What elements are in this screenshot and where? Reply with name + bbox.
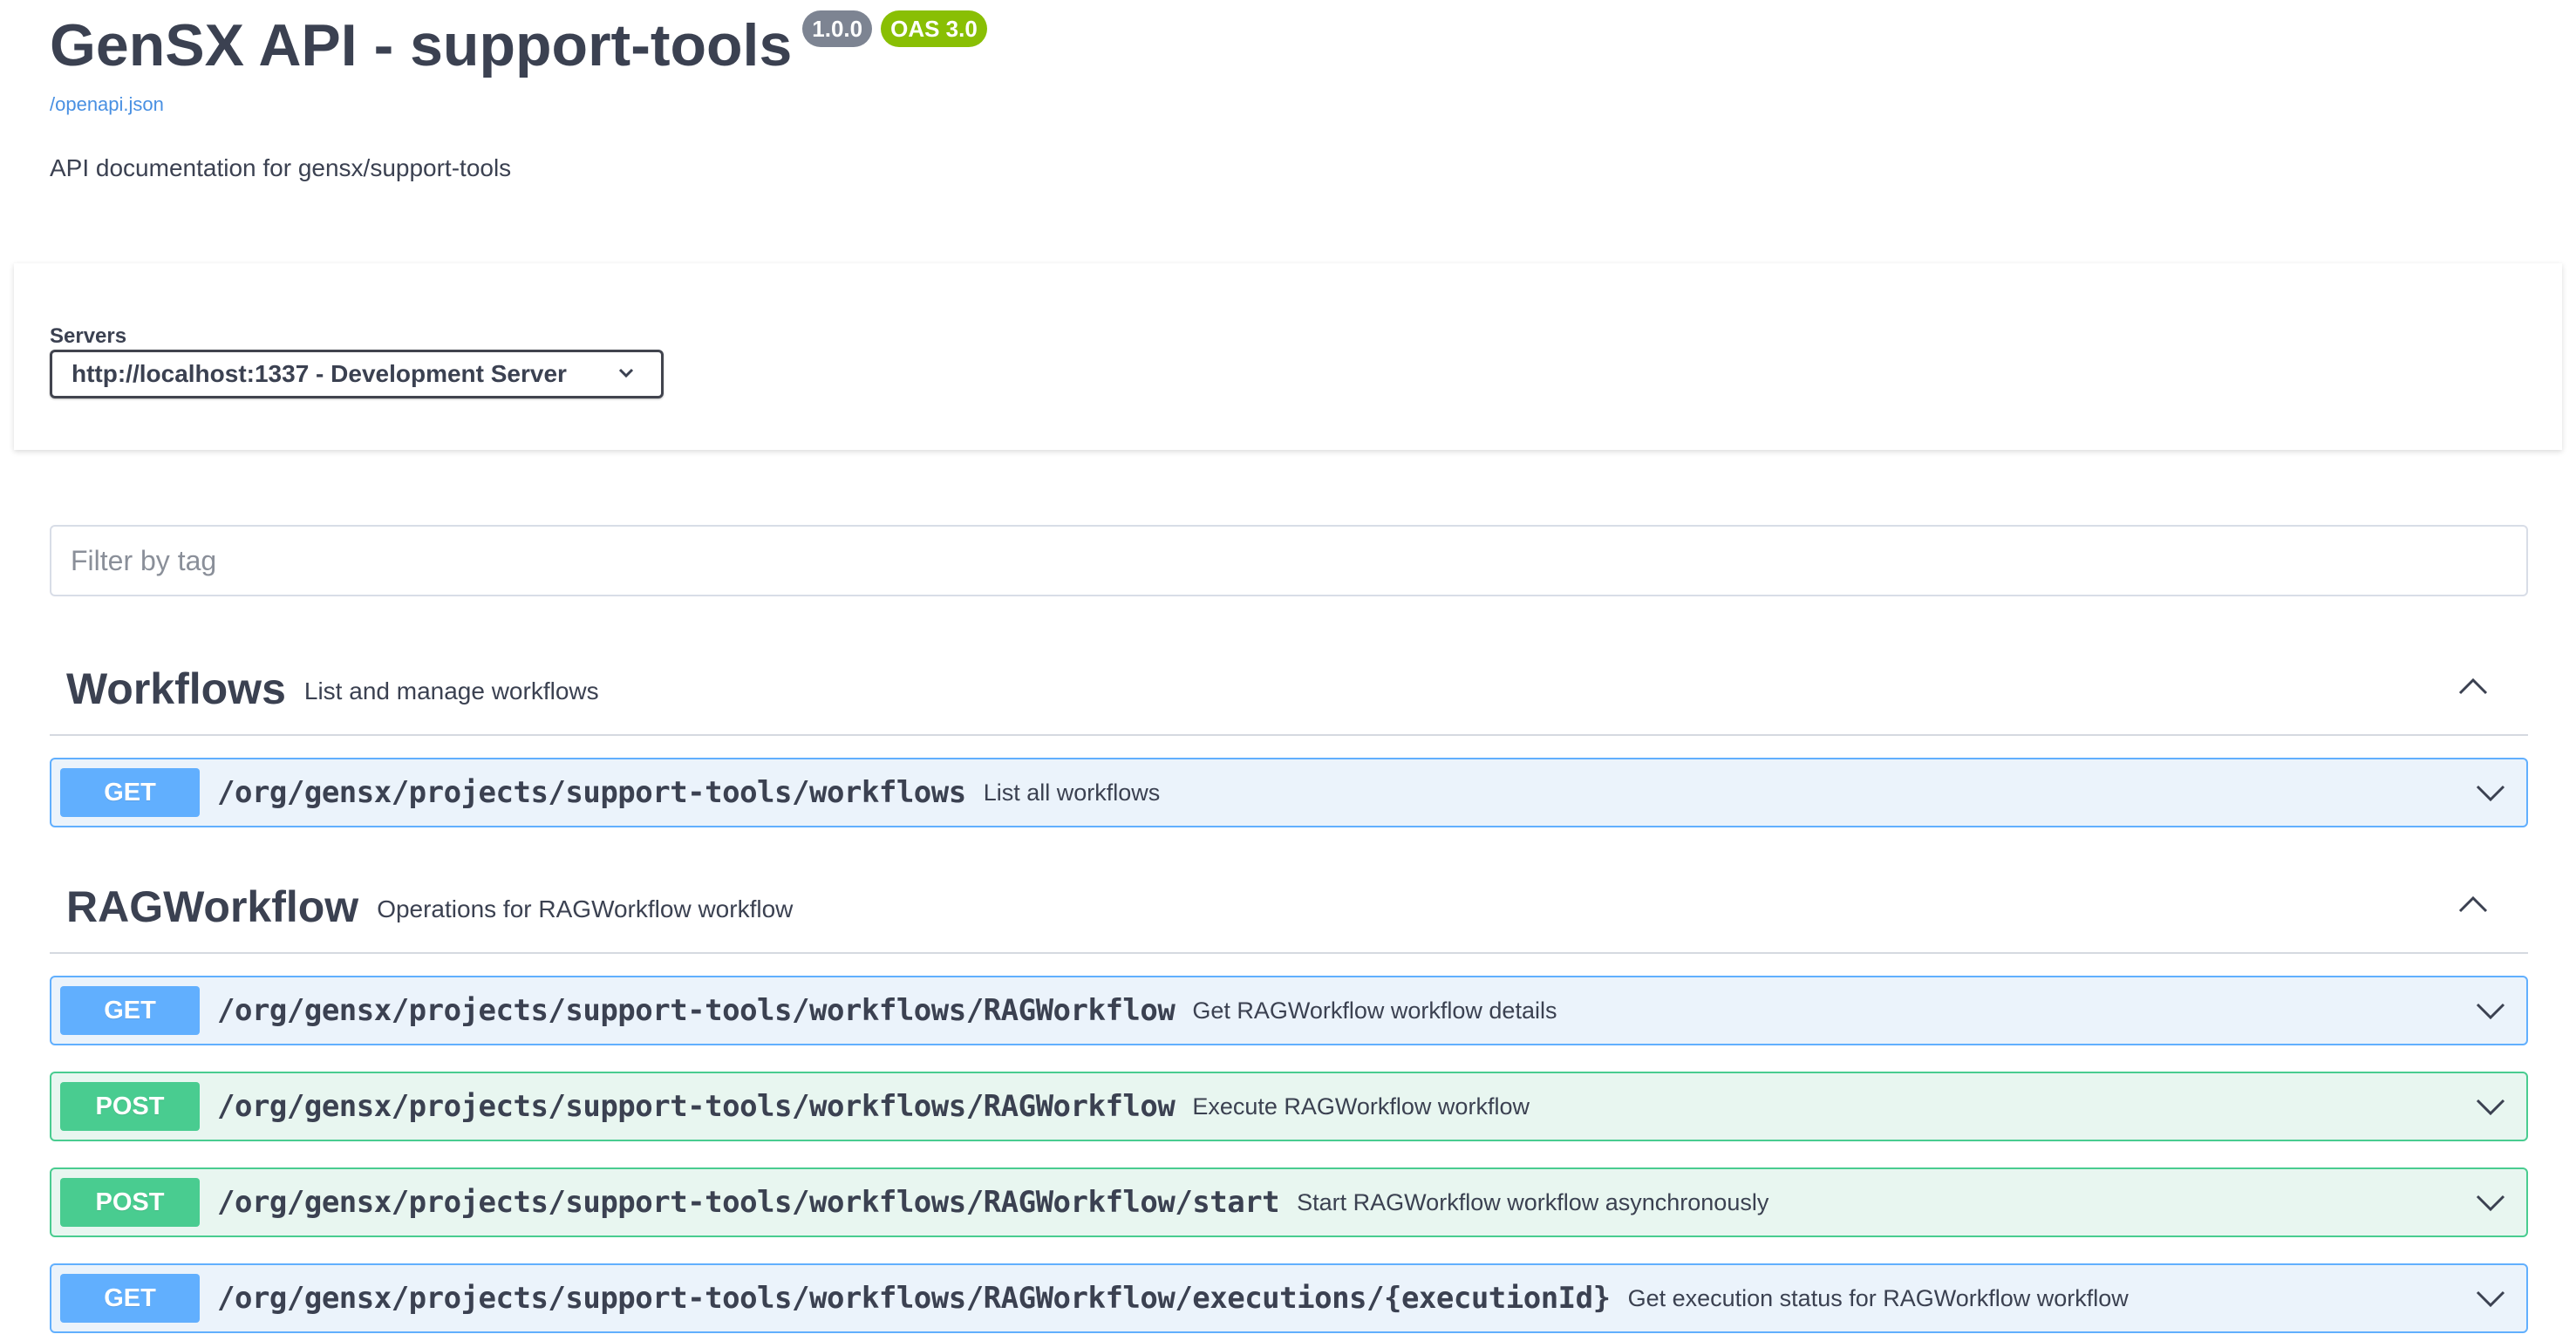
- tag-section-ragworkflow: RAGWorkflow Operations for RAGWorkflow w…: [50, 861, 2528, 954]
- title-row: GenSX API - support-tools 1.0.0 OAS 3.0: [50, 7, 987, 84]
- operation-post-ragworkflow-start[interactable]: POST /org/gensx/projects/support-tools/w…: [50, 1167, 2528, 1237]
- chevron-down-icon: [618, 368, 634, 378]
- server-select[interactable]: http://localhost:1337 - Development Serv…: [50, 350, 664, 398]
- chevron-up-icon[interactable]: [2458, 677, 2488, 696]
- method-badge: POST: [60, 1178, 200, 1227]
- api-info: GenSX API - support-tools 1.0.0 OAS 3.0 …: [50, 7, 987, 182]
- method-badge: GET: [60, 986, 200, 1035]
- servers-label: Servers: [50, 324, 127, 348]
- chevron-down-icon[interactable]: [2476, 1098, 2505, 1117]
- chevron-down-icon[interactable]: [2476, 1194, 2505, 1213]
- operation-summary: Get execution status for RAGWorkflow wor…: [1627, 1284, 2129, 1311]
- tag-section-workflows: Workflows List and manage workflows: [50, 643, 2528, 736]
- operation-path: /org/gensx/projects/support-tools/workfl…: [217, 1185, 1280, 1220]
- oas-badge: OAS 3.0: [881, 10, 987, 47]
- tag-name: RAGWorkflow: [66, 882, 359, 931]
- operation-summary: Start RAGWorkflow workflow asynchronousl…: [1297, 1188, 1769, 1215]
- operation-post-ragworkflow[interactable]: POST /org/gensx/projects/support-tools/w…: [50, 1072, 2528, 1141]
- operation-path: /org/gensx/projects/support-tools/workfl…: [217, 993, 1176, 1028]
- chevron-down-icon[interactable]: [2476, 1290, 2505, 1309]
- server-select-value: http://localhost:1337 - Development Serv…: [72, 360, 567, 387]
- operation-path: /org/gensx/projects/support-tools/workfl…: [217, 1089, 1176, 1124]
- chevron-down-icon[interactable]: [2476, 784, 2505, 803]
- operation-path: /org/gensx/projects/support-tools/workfl…: [217, 775, 966, 810]
- operation-get-ragworkflow[interactable]: GET /org/gensx/projects/support-tools/wo…: [50, 976, 2528, 1045]
- tag-description: Operations for RAGWorkflow workflow: [377, 895, 794, 922]
- filter-placeholder: Filter by tag: [71, 544, 217, 576]
- method-badge: GET: [60, 1274, 200, 1323]
- operation-get-ragworkflow-execution[interactable]: GET /org/gensx/projects/support-tools/wo…: [50, 1263, 2528, 1333]
- openapi-json-link[interactable]: /openapi.json: [50, 93, 987, 116]
- operation-get-workflows[interactable]: GET /org/gensx/projects/support-tools/wo…: [50, 758, 2528, 827]
- operation-path: /org/gensx/projects/support-tools/workfl…: [217, 1281, 1611, 1316]
- servers-panel: Servers http://localhost:1337 - Developm…: [14, 263, 2562, 450]
- chevron-up-icon[interactable]: [2458, 895, 2488, 914]
- tag-description: List and manage workflows: [303, 677, 599, 705]
- tag-header-ragworkflow[interactable]: RAGWorkflow Operations for RAGWorkflow w…: [50, 861, 2528, 954]
- tag-header-workflows[interactable]: Workflows List and manage workflows: [50, 643, 2528, 736]
- page-title: GenSX API - support-tools: [50, 12, 793, 78]
- operation-summary: List all workflows: [983, 779, 1161, 806]
- filter-by-tag-input[interactable]: Filter by tag: [50, 525, 2528, 596]
- version-badge: 1.0.0: [802, 10, 873, 47]
- api-description: API documentation for gensx/support-tool…: [50, 154, 512, 181]
- tag-name: Workflows: [66, 664, 286, 713]
- method-badge: POST: [60, 1082, 200, 1131]
- operation-summary: Execute RAGWorkflow workflow: [1192, 1093, 1530, 1120]
- chevron-down-icon[interactable]: [2476, 1002, 2505, 1021]
- method-badge: GET: [60, 768, 200, 817]
- operation-summary: Get RAGWorkflow workflow details: [1192, 997, 1557, 1024]
